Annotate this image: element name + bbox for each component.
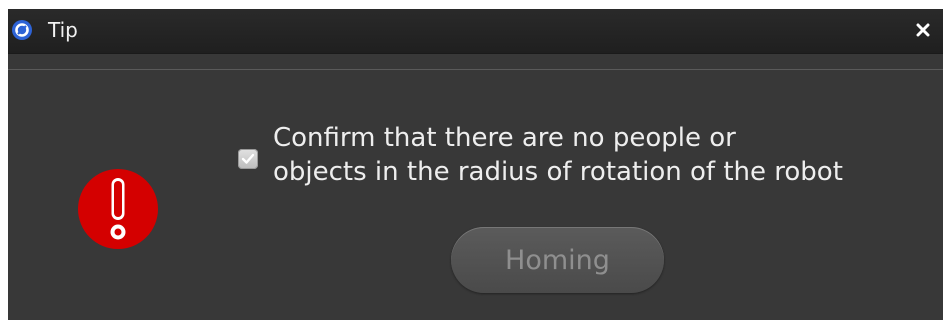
message-line-2: objects in the radius of rotation of the… bbox=[273, 157, 843, 187]
confirm-message: Confirm that there are no people or obje… bbox=[273, 121, 933, 189]
close-button[interactable] bbox=[911, 18, 935, 42]
warning-exclamation-icon bbox=[76, 167, 160, 251]
close-icon bbox=[916, 23, 930, 37]
window-title: Tip bbox=[48, 18, 78, 42]
app-logo-icon bbox=[11, 19, 33, 41]
message-line-1: Confirm that there are no people or bbox=[273, 123, 736, 153]
checkmark-icon bbox=[241, 153, 255, 164]
confirm-checkbox[interactable] bbox=[238, 149, 258, 169]
header-divider bbox=[8, 69, 943, 70]
title-bar: Tip bbox=[8, 9, 943, 54]
tip-dialog: Tip Confirm that there are no people or … bbox=[8, 9, 943, 320]
homing-button[interactable]: Homing bbox=[451, 227, 664, 293]
